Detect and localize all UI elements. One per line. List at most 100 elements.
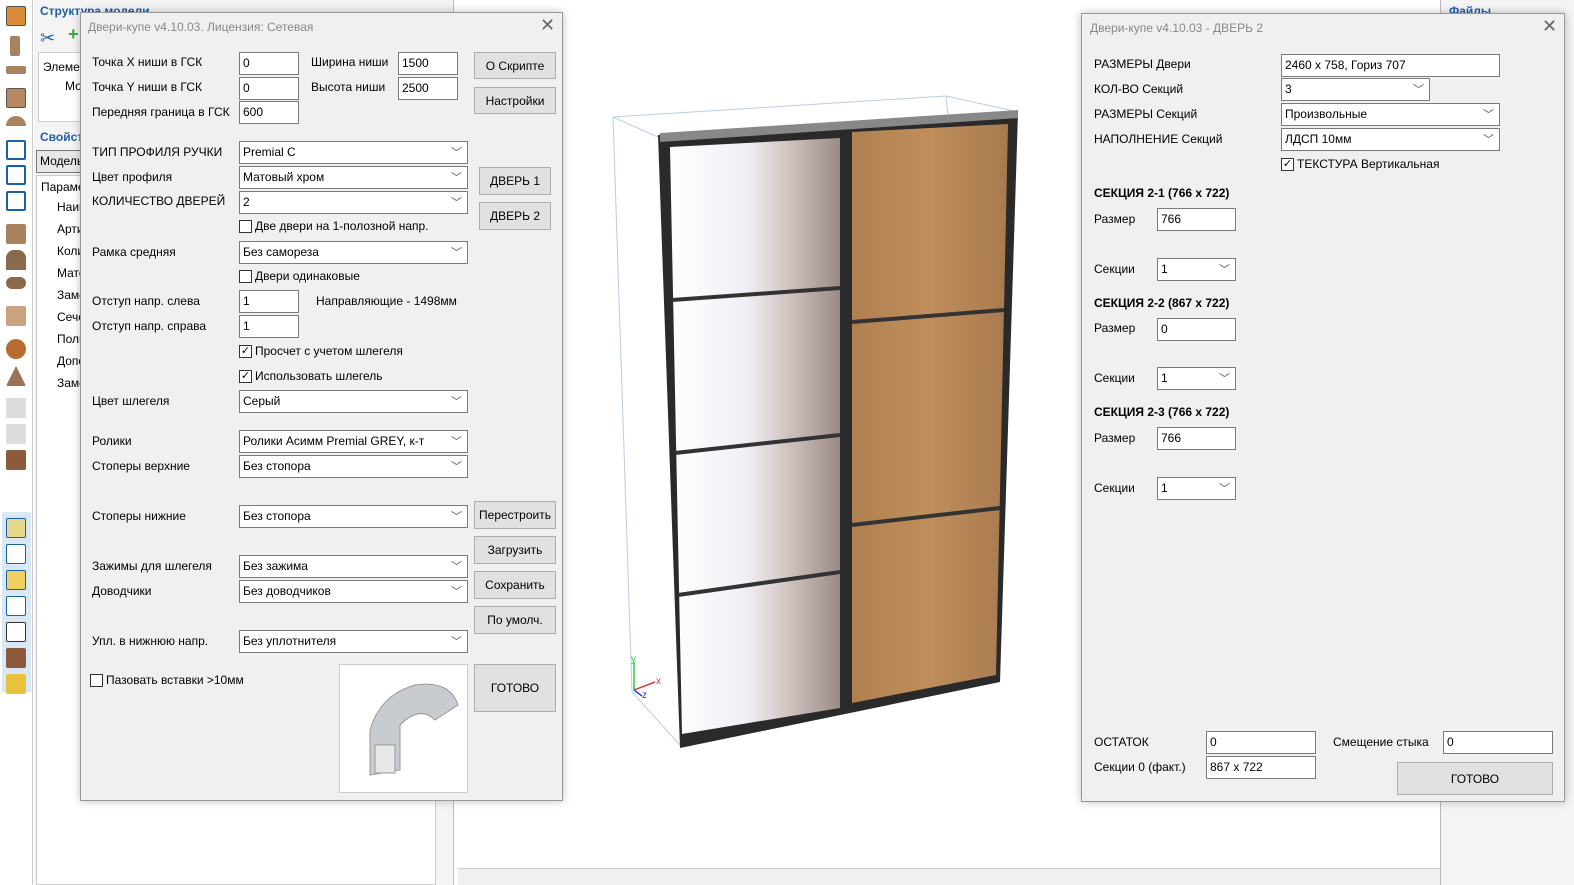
door2-button[interactable]: ДВЕРЬ 2 [479,202,551,230]
section-size-label: Размер [1094,431,1136,445]
two-doors-checkbox[interactable]: Две двери на 1-полозной напр. [239,219,429,233]
vertical-size-icon[interactable] [6,165,26,185]
load-button[interactable]: Загрузить [474,536,556,564]
chevron-down-icon: ﹀ [451,561,462,573]
label-section-fill: НАПОЛНЕНИЕ Секций [1094,132,1223,146]
label-middle-frame: Рамка средняя [92,245,176,259]
section-size-input[interactable]: 766 [1157,427,1236,450]
model-icon[interactable] [6,6,26,26]
section-size-label: Размер [1094,212,1136,226]
middle-frame-select[interactable]: Без самореза ﹀ [239,241,468,264]
select-value: Без стопора [243,459,311,473]
list-icon[interactable] [6,596,26,616]
horizontal-size-icon[interactable] [6,191,26,211]
pyramid-icon[interactable] [6,366,26,386]
save-button[interactable]: Сохранить [474,571,556,599]
tools-icon[interactable]: ✂ [40,28,60,48]
select-value: Без самореза [243,245,319,259]
add-icon[interactable]: + [68,24,79,45]
profile-type-select[interactable]: Premial C ﹀ [239,141,468,164]
boxes-icon[interactable] [6,648,26,668]
rotate-icon[interactable] [6,306,26,326]
label-x: Точка X ниши в ГСК [92,55,203,69]
seal-select[interactable]: Без уплотнителя ﹀ [239,630,468,653]
fact-input[interactable]: 867 x 722 [1206,756,1316,779]
width-input[interactable]: 1500 [398,52,458,75]
settings-button[interactable]: Настройки [474,87,556,114]
rebuild-button[interactable]: Перестроить [474,501,556,529]
door-size-input[interactable]: 2460 x 758, Гориз 707 [1281,54,1500,77]
axis-gizmo: x y z [631,654,661,701]
chevron-down-icon: ﹀ [1219,373,1230,385]
texture-icon[interactable] [6,450,26,470]
profile-icon[interactable] [6,250,26,270]
properties-title: Свойст [40,130,84,144]
section-size-input[interactable]: 0 [1157,318,1236,341]
door-count-select[interactable]: 2 ﹀ [239,191,468,214]
indent-left-input[interactable]: 1 [239,290,299,313]
close-icon[interactable]: ✕ [1542,16,1557,37]
default-button[interactable]: По умолч. [474,606,556,634]
section-sub-select[interactable]: 1 ﹀ [1157,258,1236,281]
zoom-icon[interactable] [6,622,26,642]
checkbox-box [239,219,252,233]
front-input[interactable]: 600 [239,101,299,124]
curved-panel-icon[interactable] [6,116,26,126]
select-value: Без доводчиков [243,584,331,598]
grid-icon[interactable] [6,570,26,590]
label-stoppers-top: Стоперы верхние [92,459,190,473]
done-button[interactable]: ГОТОВО [474,664,556,712]
calc-brush-checkbox[interactable]: ✓ Просчет с учетом шлегеля [239,344,403,358]
about-button[interactable]: О Скрипте [474,52,556,79]
y-input[interactable]: 0 [239,77,299,100]
remainder-input[interactable]: 0 [1206,731,1316,754]
sphere-icon[interactable] [6,339,26,359]
offset-input[interactable]: 0 [1443,731,1553,754]
chevron-down-icon: ﹀ [1483,134,1494,146]
panel-horizontal-icon[interactable] [6,66,26,74]
groove-checkbox[interactable]: Пазовать вставки >10мм [90,673,244,687]
label-section-sizes: РАЗМЕРЫ Секций [1094,107,1198,121]
use-brush-checkbox[interactable]: ✓ Использовать шлегель [239,369,383,383]
book-icon[interactable] [6,674,26,694]
edit-icon[interactable] [6,544,26,564]
check-icon: ✓ [239,369,252,383]
profile-color-select[interactable]: Матовый хром ﹀ [239,166,468,189]
label-profile-color: Цвет профиля [92,170,173,184]
clamps-select[interactable]: Без зажима ﹀ [239,555,468,578]
cut-panel-icon[interactable] [6,224,26,244]
section-sizes-select[interactable]: Произвольные ﹀ [1281,103,1500,126]
closers-select[interactable]: Без доводчиков ﹀ [239,580,468,603]
select-value: 3 [1285,82,1292,96]
indent-right-input[interactable]: 1 [239,315,299,338]
height-input[interactable]: 2500 [398,77,458,100]
rollers-select[interactable]: Ролики Асимм Premial GREY, к-т ﹀ [239,430,468,453]
tree-icon[interactable] [6,518,26,538]
fit-icon[interactable] [6,140,26,160]
section-sub-select[interactable]: 1 ﹀ [1157,477,1236,500]
axis-z-label: z [642,690,647,701]
checkbox-box [90,673,103,687]
bent-icon[interactable] [6,277,26,289]
panel-front-icon[interactable] [6,88,26,108]
brush-color-select[interactable]: Серый ﹀ [239,390,468,413]
section-size-input[interactable]: 766 [1157,208,1236,231]
texture-checkbox[interactable]: ✓ ТЕКСТУРА Вертикальная [1281,157,1439,171]
checkbox-label: Две двери на 1-полозной напр. [255,219,429,233]
panel-vertical-icon[interactable] [10,36,20,56]
same-doors-checkbox[interactable]: Двери одинаковые [239,269,360,283]
section-sub-select[interactable]: 1 ﹀ [1157,367,1236,390]
door1-button[interactable]: ДВЕРЬ 1 [479,167,551,195]
section-fill-select[interactable]: ЛДСП 10мм ﹀ [1281,128,1500,151]
dialog1-title: Двери-купе v4.10.03. Лицензия: Сетевая [88,20,314,34]
section-count-select[interactable]: 3 ﹀ [1281,78,1430,101]
x-input[interactable]: 0 [239,52,299,75]
select-value: Без стопора [243,509,311,523]
done-button[interactable]: ГОТОВО [1397,762,1553,795]
remainder-label: ОСТАТОК [1094,735,1149,749]
stoppers-top-select[interactable]: Без стопора ﹀ [239,455,468,478]
stoppers-bottom-select[interactable]: Без стопора ﹀ [239,505,468,528]
close-icon[interactable]: ✕ [540,15,555,36]
select-value: Серый [243,394,281,408]
chevron-down-icon: ﹀ [1219,483,1230,495]
